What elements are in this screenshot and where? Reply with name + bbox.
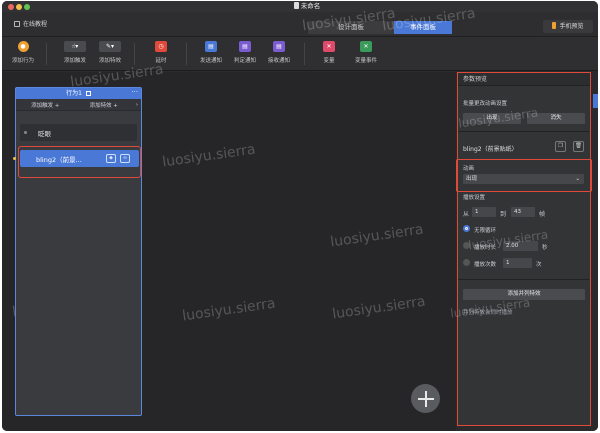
tool-add-effect[interactable]: ✎▾ 添加特效 bbox=[95, 41, 125, 64]
panel-title: 参数预览 bbox=[458, 73, 590, 86]
variable-event-icon: ✕ bbox=[360, 41, 372, 52]
divider bbox=[458, 131, 589, 132]
tool-variable[interactable]: ✕ 变量 bbox=[316, 41, 342, 64]
tool-add-behavior[interactable]: ● 添加行为 bbox=[8, 41, 38, 64]
tutorial-icon bbox=[14, 21, 20, 27]
receive-icon: ▤ bbox=[273, 41, 285, 52]
edit-icon[interactable] bbox=[85, 91, 91, 96]
behavior-card-header[interactable]: 行为1 ··· bbox=[16, 88, 141, 99]
judge-icon: ▤ bbox=[239, 41, 251, 52]
touch-icon: ☝▾ bbox=[64, 41, 86, 52]
header-bar: 在线教程 设计面板 事件面板 手机预览 bbox=[2, 12, 598, 37]
from-label: 从 bbox=[463, 211, 470, 218]
panel-tab-marker[interactable] bbox=[593, 94, 598, 108]
tool-label: 添加触发 bbox=[63, 58, 86, 64]
second-unit-label: 秒 bbox=[542, 245, 548, 251]
minimize-window-button[interactable] bbox=[16, 4, 22, 10]
phone-preview-label: 手机预览 bbox=[559, 23, 584, 30]
to-frame-input[interactable]: 43 bbox=[511, 207, 535, 217]
behavior-title: 行为1 bbox=[66, 90, 82, 97]
toolbar: ● 添加行为 ☝▾ 添加触发 ✎▾ 添加特效 ◷ 延时 ▤ 发送通知 ▤ 判定通… bbox=[2, 37, 598, 71]
from-frame-input[interactable]: 1 bbox=[472, 207, 496, 217]
magic-wand-icon: ✎▾ bbox=[99, 41, 121, 52]
add-behavior-button[interactable] bbox=[411, 384, 440, 413]
loop-forever-radio[interactable] bbox=[463, 225, 470, 232]
to-label: 到 bbox=[500, 211, 507, 218]
title-bar: 未命名 bbox=[2, 1, 598, 12]
add-effect-link[interactable]: 添加特效 + bbox=[75, 101, 134, 109]
loop-forever-label: 无限循环 bbox=[474, 228, 497, 234]
chevron-right-icon[interactable]: › bbox=[133, 102, 141, 108]
effect-name: bling2（前景贴纸） bbox=[463, 146, 518, 153]
status-dot bbox=[24, 131, 27, 134]
play-count-label: 播放次数 bbox=[474, 262, 497, 268]
plus-icon bbox=[424, 390, 427, 407]
phone-icon bbox=[552, 22, 557, 29]
behavior-card-actions: 添加触发 + 添加特效 + › bbox=[16, 99, 141, 111]
list-item-label: 眨眼 bbox=[38, 130, 51, 138]
tool-receive-notification[interactable]: ▤ 接收通知 bbox=[264, 41, 294, 64]
online-tutorial-button[interactable]: 在线教程 bbox=[10, 19, 51, 30]
timer-icon: ◷ bbox=[155, 41, 167, 52]
phone-preview-button[interactable]: 手机预览 bbox=[543, 20, 593, 33]
tool-variable-event[interactable]: ✕ 变量事件 bbox=[350, 41, 382, 64]
close-window-button[interactable] bbox=[8, 4, 14, 10]
toolbar-divider bbox=[186, 43, 187, 65]
count-input[interactable]: 1 bbox=[503, 258, 532, 268]
status-dot bbox=[13, 157, 16, 160]
window-title-text: 未命名 bbox=[300, 2, 321, 10]
tool-judge-notification[interactable]: ▤ 判定通知 bbox=[230, 41, 260, 64]
divider bbox=[458, 279, 589, 280]
tool-label: 添加行为 bbox=[11, 58, 34, 64]
tool-label: 添加特效 bbox=[98, 58, 121, 64]
add-trigger-link[interactable]: 添加触发 + bbox=[16, 101, 75, 109]
watermark: luosiyu.sierra bbox=[329, 221, 425, 251]
variable-icon: ✕ bbox=[323, 41, 335, 52]
parameter-panel: 参数预览 批量更改动画设置 出现 消失 bling2（前景贴纸） ❐ 🗑 动画 … bbox=[449, 72, 591, 426]
window-title: 未命名 bbox=[272, 2, 342, 11]
tool-label: 接收通知 bbox=[267, 58, 290, 64]
behavior-card[interactable]: 行为1 ··· 添加触发 + 添加特效 + › 眨眼 bling2（前景... … bbox=[13, 87, 142, 416]
tool-label: 变量事件 bbox=[354, 58, 377, 64]
document-icon bbox=[293, 2, 299, 9]
watermark: luosiyu.sierra bbox=[457, 105, 539, 131]
online-tutorial-label: 在线教程 bbox=[23, 21, 48, 28]
zoom-window-button[interactable] bbox=[24, 4, 30, 10]
toolbar-divider bbox=[134, 43, 135, 65]
highlight-animation-select bbox=[456, 159, 592, 192]
watermark: luosiyu.sierra bbox=[331, 293, 427, 323]
tool-send-notification[interactable]: ▤ 发送通知 bbox=[196, 41, 226, 64]
tool-label: 判定通知 bbox=[233, 58, 256, 64]
play-settings-label: 播放设置 bbox=[463, 195, 486, 201]
more-icon[interactable]: ··· bbox=[131, 87, 138, 98]
tool-add-trigger[interactable]: ☝▾ 添加触发 bbox=[60, 41, 90, 64]
frame-unit-label: 帧 bbox=[539, 211, 546, 218]
tool-label: 发送通知 bbox=[199, 58, 222, 64]
trash-icon[interactable]: 🗑 bbox=[573, 141, 584, 152]
tool-label: 变量 bbox=[323, 58, 335, 64]
highlight-selected-item bbox=[18, 146, 141, 178]
right-scroll-strip[interactable] bbox=[593, 72, 598, 431]
play-count-radio[interactable] bbox=[463, 259, 470, 266]
watermark: luosiyu.sierra bbox=[161, 141, 257, 171]
send-icon: ▤ bbox=[205, 41, 217, 52]
toolbar-divider bbox=[46, 43, 47, 65]
list-item-blink[interactable]: 眨眼 bbox=[20, 124, 137, 141]
tool-delay[interactable]: ◷ 延时 bbox=[148, 41, 174, 64]
toolbar-divider bbox=[304, 43, 305, 65]
app-window: 未命名 在线教程 设计面板 事件面板 手机预览 ● 添加行为 ☝▾ 添加触发 ✎… bbox=[2, 1, 598, 431]
watermark: luosiyu.sierra bbox=[181, 295, 277, 325]
batch-settings-label: 批量更改动画设置 bbox=[463, 101, 508, 107]
behavior-icon: ● bbox=[17, 41, 29, 52]
count-unit-label: 次 bbox=[536, 262, 542, 268]
duplicate-icon[interactable]: ❐ bbox=[555, 141, 566, 152]
